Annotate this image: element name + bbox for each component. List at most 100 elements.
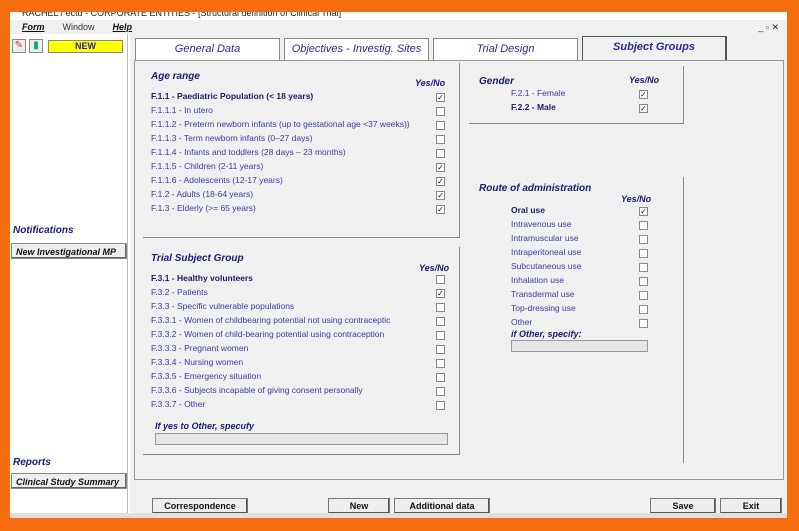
age-range-row: F.1.1.6 - Adolescents (12-17 years) xyxy=(151,175,459,189)
new-button[interactable]: New xyxy=(328,498,390,514)
yes-no-checkbox[interactable] xyxy=(639,263,648,272)
gender-yesno-header: Yes/No xyxy=(629,75,660,85)
row-label: F.3.3.2 - Women of child-bearing potenti… xyxy=(151,329,385,339)
correspondence-button[interactable]: Correspondence xyxy=(152,498,248,514)
save-button[interactable]: Save xyxy=(650,498,716,514)
yes-no-checkbox[interactable] xyxy=(639,249,648,258)
trial-subject-group: Trial Subject Group Yes/No If yes to Oth… xyxy=(143,247,460,455)
yes-no-checkbox[interactable] xyxy=(436,387,445,396)
age-range-title: Age range xyxy=(151,71,200,82)
yes-no-checkbox[interactable] xyxy=(436,135,445,144)
yes-no-checkbox[interactable]: ✓ xyxy=(436,163,445,172)
menu-help[interactable]: Help xyxy=(113,22,133,32)
reports-heading: Reports xyxy=(13,457,51,468)
add-record-icon[interactable]: ✎ xyxy=(12,39,26,53)
route-yesno-header: Yes/No xyxy=(621,194,652,204)
yes-no-checkbox[interactable]: ✓ xyxy=(639,207,648,216)
route-title: Route of administration xyxy=(479,183,592,194)
menu-window[interactable]: Window xyxy=(63,22,95,32)
route-row: Oral use xyxy=(511,205,683,219)
row-label: F.1.1.3 - Term newborn infants (0–27 day… xyxy=(151,133,313,143)
row-label: F.3.3.7 - Other xyxy=(151,399,206,409)
age-range-row: F.1.1.4 - Infants and toddlers (28 days … xyxy=(151,147,459,161)
row-label: F.1.1.6 - Adolescents (12-17 years) xyxy=(151,175,283,185)
subject-group-row: F.3.3.1 - Women of childbearing potentia… xyxy=(151,315,459,329)
yes-no-checkbox[interactable] xyxy=(436,149,445,158)
yes-no-checkbox[interactable]: ✓ xyxy=(436,205,445,214)
yes-no-checkbox[interactable] xyxy=(436,303,445,312)
yes-no-checkbox[interactable] xyxy=(639,319,648,328)
row-label: F.3.3.5 - Emergency situation xyxy=(151,371,262,381)
tab-objectives[interactable]: Objectives - Investig. Sites xyxy=(284,38,429,60)
yes-no-checkbox[interactable]: ✓ xyxy=(436,191,445,200)
row-label: Top-dressing use xyxy=(511,303,576,313)
age-yesno-header: Yes/No xyxy=(415,78,446,88)
age-range-row: F.1.3 - Elderly (>= 65 years) xyxy=(151,203,459,217)
subject-group-title: Trial Subject Group xyxy=(151,253,244,264)
yes-no-checkbox[interactable]: ✓ xyxy=(436,177,445,186)
yes-no-checkbox[interactable]: ✓ xyxy=(639,104,648,113)
new-investigational-mp-button[interactable]: New Investigational MP xyxy=(11,243,127,259)
tab-subject-groups[interactable]: Subject Groups xyxy=(582,36,727,60)
row-label: F.3.2 - Patients xyxy=(151,287,208,297)
yes-no-checkbox[interactable]: ✓ xyxy=(436,93,445,102)
tab-general-data[interactable]: General Data xyxy=(135,38,280,60)
route-row: Inhalation use xyxy=(511,275,683,289)
row-label: F.1.1.2 - Preterm newborn infants (up to… xyxy=(151,119,410,129)
yes-no-checkbox[interactable] xyxy=(436,345,445,354)
yes-no-checkbox[interactable] xyxy=(639,277,648,286)
route-other-input[interactable] xyxy=(511,340,648,352)
yes-no-checkbox[interactable] xyxy=(436,331,445,340)
route-group: Route of administration Yes/No if Other,… xyxy=(469,177,684,463)
yes-no-checkbox[interactable] xyxy=(436,401,445,410)
menu-bar: Form Window Help xyxy=(10,20,787,34)
row-label: F.1.1 - Paediatric Population (< 18 year… xyxy=(151,91,314,101)
row-label: F.1.3 - Elderly (>= 65 years) xyxy=(151,203,256,213)
gender-group: Gender Yes/No F.2.1 - Female ✓ F.2.2 - Mal… xyxy=(469,66,684,124)
row-label: F.1.1.5 - Children (2-11 years) xyxy=(151,161,264,171)
clinical-study-summary-button[interactable]: Clinical Study Summary xyxy=(11,473,127,489)
additional-data-button[interactable]: Additional data xyxy=(394,498,490,514)
yes-no-checkbox[interactable] xyxy=(639,235,648,244)
yes-no-checkbox[interactable] xyxy=(436,317,445,326)
subject-group-row: F.3.3.2 - Women of child-bearing potenti… xyxy=(151,329,459,343)
row-label: F.1.1.1 - In utero xyxy=(151,105,213,115)
route-row: Top-dressing use xyxy=(511,303,683,317)
window-title: RACHEL / ectd - CORPORATE ENTITIES - [St… xyxy=(22,12,342,18)
row-label: F.3.1 - Healthy volunteers xyxy=(151,273,254,283)
yes-no-checkbox[interactable] xyxy=(436,275,445,284)
subject-yesno-header: Yes/No xyxy=(419,263,450,273)
gender-row: F.2.1 - Female xyxy=(511,88,683,102)
subject-group-row: F.3.3.7 - Other xyxy=(151,399,459,413)
route-row: Intramuscular use xyxy=(511,233,683,247)
subject-other-input[interactable] xyxy=(155,433,448,445)
gender-title: Gender xyxy=(479,76,515,87)
yes-no-checkbox[interactable] xyxy=(639,221,648,230)
window-controls[interactable]: _ ▫ ✕ xyxy=(756,22,781,33)
yes-no-checkbox[interactable] xyxy=(639,305,648,314)
menu-form[interactable]: Form xyxy=(22,22,45,32)
age-range-row: F.1.1.1 - In utero xyxy=(151,105,459,119)
yes-no-checkbox[interactable] xyxy=(436,107,445,116)
row-label: Transdermal use xyxy=(511,289,575,299)
exit-door-icon[interactable]: ▮ xyxy=(29,39,43,53)
route-row: Intravenous use xyxy=(511,219,683,233)
row-label: Other xyxy=(511,317,533,327)
yes-no-checkbox[interactable] xyxy=(436,373,445,382)
route-row: Transdermal use xyxy=(511,289,683,303)
age-range-row: F.1.2 - Adults (18-64 years) xyxy=(151,189,459,203)
tab-trial-design[interactable]: Trial Design xyxy=(433,38,578,60)
yes-no-checkbox[interactable] xyxy=(436,121,445,130)
row-label: Intravenous use xyxy=(511,219,572,229)
subject-group-row: F.3.1 - Healthy volunteers xyxy=(151,273,459,287)
yes-no-checkbox[interactable] xyxy=(436,359,445,368)
subject-group-row: F.3.3 - Specific vulnerable populations xyxy=(151,301,459,315)
route-row: Subcutaneous use xyxy=(511,261,683,275)
subject-group-row: F.3.3.3 - Pregnant women xyxy=(151,343,459,357)
exit-button[interactable]: Exit xyxy=(720,498,782,514)
age-range-row: F.1.1.5 - Children (2-11 years) xyxy=(151,161,459,175)
yes-no-checkbox[interactable]: ✓ xyxy=(639,90,648,99)
yes-no-checkbox[interactable] xyxy=(639,291,648,300)
yes-no-checkbox[interactable]: ✓ xyxy=(436,289,445,298)
gender-row: F.2.2 - Male xyxy=(511,102,683,116)
